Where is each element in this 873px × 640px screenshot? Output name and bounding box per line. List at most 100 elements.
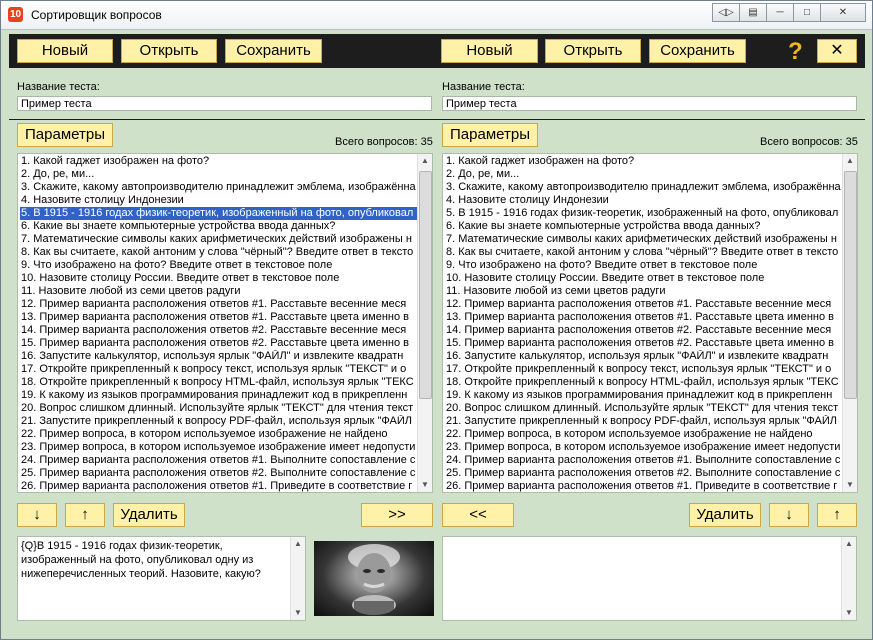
preview-scrollbar[interactable]: ▲ ▼ <box>841 537 856 620</box>
list-item[interactable]: 17. Откройте прикрепленный к вопросу тек… <box>20 363 417 376</box>
list-item[interactable]: 26. Пример варианта расположения ответов… <box>445 480 842 492</box>
scroll-thumb[interactable] <box>419 171 432 399</box>
move-left-button[interactable]: << <box>442 503 514 527</box>
left-test-name-label: Название теста: <box>17 81 100 93</box>
scroll-down-icon[interactable]: ▼ <box>418 478 432 492</box>
list-item[interactable]: 3. Скажите, какому автопроизводителю при… <box>445 181 842 194</box>
list-item[interactable]: 7. Математические символы каких арифмети… <box>20 233 417 246</box>
scroll-down-icon[interactable]: ▼ <box>842 606 856 620</box>
list-item[interactable]: 19. К какому из языков программирования … <box>445 389 842 402</box>
list-item[interactable]: 6. Какие вы знаете компьютерные устройст… <box>20 220 417 233</box>
list-item[interactable]: 24. Пример варианта расположения ответов… <box>445 454 842 467</box>
list-item[interactable]: 5. В 1915 - 1916 годах физик-теоретик, и… <box>445 207 842 220</box>
maximize-button[interactable]: □ <box>793 3 821 22</box>
scroll-thumb[interactable] <box>844 171 857 399</box>
left-test-name-input[interactable]: Пример теста <box>17 96 432 111</box>
list-item[interactable]: 25. Пример варианта расположения ответов… <box>445 467 842 480</box>
list-item[interactable]: 22. Пример вопроса, в котором используем… <box>20 428 417 441</box>
list-item[interactable]: 11. Назовите любой из семи цветов радуги <box>20 285 417 298</box>
restore-icon[interactable]: ▤ <box>739 3 767 22</box>
list-item[interactable]: 10. Назовите столицу России. Введите отв… <box>445 272 842 285</box>
close-icon[interactable]: ✕ <box>817 39 857 63</box>
minimize-button[interactable]: ─ <box>766 3 794 22</box>
scroll-up-icon[interactable]: ▲ <box>843 154 857 168</box>
left-new-button[interactable]: Новый <box>17 39 113 63</box>
question-photo <box>314 541 434 616</box>
list-item[interactable]: 8. Как вы считаете, какой антоним у слов… <box>20 246 417 259</box>
left-save-button[interactable]: Сохранить <box>225 39 322 63</box>
list-item[interactable]: 17. Откройте прикрепленный к вопросу тек… <box>445 363 842 376</box>
list-item[interactable]: 4. Назовите столицу Индонезии <box>445 194 842 207</box>
list-item[interactable]: 10. Назовите столицу России. Введите отв… <box>20 272 417 285</box>
left-list-scrollbar[interactable]: ▲ ▼ <box>417 154 432 492</box>
list-item[interactable]: 12. Пример варианта расположения ответов… <box>445 298 842 311</box>
list-item[interactable]: 24. Пример варианта расположения ответов… <box>20 454 417 467</box>
left-params-button[interactable]: Параметры <box>17 123 113 147</box>
list-item[interactable]: 15. Пример варианта расположения ответов… <box>445 337 842 350</box>
resize-icon[interactable]: ◁▷ <box>712 3 740 22</box>
list-item[interactable]: 9. Что изображено на фото? Введите ответ… <box>445 259 842 272</box>
help-icon[interactable]: ? <box>788 38 803 66</box>
left-move-down-button[interactable]: ↓ <box>17 503 57 527</box>
list-item[interactable]: 19. К какому из языков программирования … <box>20 389 417 402</box>
scroll-up-icon[interactable]: ▲ <box>291 537 305 551</box>
right-params-button[interactable]: Параметры <box>442 123 538 147</box>
left-question-list[interactable]: 1. Какой гаджет изображен на фото? 2. До,… <box>17 153 433 493</box>
left-open-button[interactable]: Открыть <box>121 39 217 63</box>
list-item[interactable]: 21. Запустите прикрепленный к вопросу PD… <box>445 415 842 428</box>
list-item[interactable]: 1. Какой гаджет изображен на фото? <box>445 155 842 168</box>
list-item[interactable]: 13. Пример варианта расположения ответов… <box>20 311 417 324</box>
right-save-button[interactable]: Сохранить <box>649 39 746 63</box>
list-item[interactable]: 23. Пример вопроса, в котором используем… <box>445 441 842 454</box>
window-controls: ◁▷ ▤ ─ □ ✕ <box>712 3 866 22</box>
list-item[interactable]: 5. В 1915 - 1916 годах физик-теоретик, и… <box>20 207 417 220</box>
left-move-up-button[interactable]: ↑ <box>65 503 105 527</box>
title-bar[interactable]: 10 Сортировщик вопросов ◁▷ ▤ ─ □ ✕ <box>1 1 872 30</box>
list-item[interactable]: 6. Какие вы знаете компьютерные устройст… <box>445 220 842 233</box>
toolbar: Новый Открыть Сохранить Новый Открыть Со… <box>9 34 865 68</box>
list-item[interactable]: 2. До, ре, ми... <box>20 168 417 181</box>
right-move-up-button[interactable]: ↑ <box>817 503 857 527</box>
list-item[interactable]: 3. Скажите, какому автопроизводителю при… <box>20 181 417 194</box>
left-delete-button[interactable]: Удалить <box>113 503 185 527</box>
right-question-list[interactable]: 1. Какой гаджет изображен на фото? 2. До,… <box>442 153 858 493</box>
list-item[interactable]: 12. Пример варианта расположения ответов… <box>20 298 417 311</box>
scroll-down-icon[interactable]: ▼ <box>291 606 305 620</box>
list-item[interactable]: 25. Пример варианта расположения ответов… <box>20 467 417 480</box>
move-right-button[interactable]: >> <box>361 503 433 527</box>
list-item[interactable]: 1. Какой гаджет изображен на фото? <box>20 155 417 168</box>
close-window-button[interactable]: ✕ <box>820 3 866 22</box>
scroll-down-icon[interactable]: ▼ <box>843 478 857 492</box>
right-open-button[interactable]: Открыть <box>545 39 641 63</box>
left-question-preview[interactable]: {Q}В 1915 - 1916 годах физик-теоретик, и… <box>17 536 306 621</box>
list-item[interactable]: 20. Вопрос слишком длинный. Используйте … <box>20 402 417 415</box>
list-item[interactable]: 23. Пример вопроса, в котором используем… <box>20 441 417 454</box>
right-question-preview[interactable]: ▲ ▼ <box>442 536 857 621</box>
list-item[interactable]: 14. Пример варианта расположения ответов… <box>20 324 417 337</box>
right-delete-button[interactable]: Удалить <box>689 503 761 527</box>
list-item[interactable]: 11. Назовите любой из семи цветов радуги <box>445 285 842 298</box>
scroll-up-icon[interactable]: ▲ <box>418 154 432 168</box>
list-item[interactable]: 4. Назовите столицу Индонезии <box>20 194 417 207</box>
list-item[interactable]: 2. До, ре, ми... <box>445 168 842 181</box>
right-move-down-button[interactable]: ↓ <box>769 503 809 527</box>
scroll-up-icon[interactable]: ▲ <box>842 537 856 551</box>
list-item[interactable]: 20. Вопрос слишком длинный. Используйте … <box>445 402 842 415</box>
right-list-scrollbar[interactable]: ▲ ▼ <box>842 154 857 492</box>
list-item[interactable]: 15. Пример варианта расположения ответов… <box>20 337 417 350</box>
list-item[interactable]: 16. Запустите калькулятор, используя ярл… <box>445 350 842 363</box>
list-item[interactable]: 14. Пример варианта расположения ответов… <box>445 324 842 337</box>
list-item[interactable]: 7. Математические символы каких арифмети… <box>445 233 842 246</box>
list-item[interactable]: 21. Запустите прикрепленный к вопросу PD… <box>20 415 417 428</box>
preview-scrollbar[interactable]: ▲ ▼ <box>290 537 305 620</box>
list-item[interactable]: 8. Как вы считаете, какой антоним у слов… <box>445 246 842 259</box>
right-test-name-input[interactable]: Пример теста <box>442 96 857 111</box>
list-item[interactable]: 18. Откройте прикрепленный к вопросу HTM… <box>445 376 842 389</box>
list-item[interactable]: 9. Что изображено на фото? Введите ответ… <box>20 259 417 272</box>
list-item[interactable]: 26. Пример варианта расположения ответов… <box>20 480 417 492</box>
right-new-button[interactable]: Новый <box>441 39 538 63</box>
list-item[interactable]: 16. Запустите калькулятор, используя ярл… <box>20 350 417 363</box>
list-item[interactable]: 18. Откройте прикрепленный к вопросу HTM… <box>20 376 417 389</box>
list-item[interactable]: 22. Пример вопроса, в котором используем… <box>445 428 842 441</box>
list-item[interactable]: 13. Пример варианта расположения ответов… <box>445 311 842 324</box>
